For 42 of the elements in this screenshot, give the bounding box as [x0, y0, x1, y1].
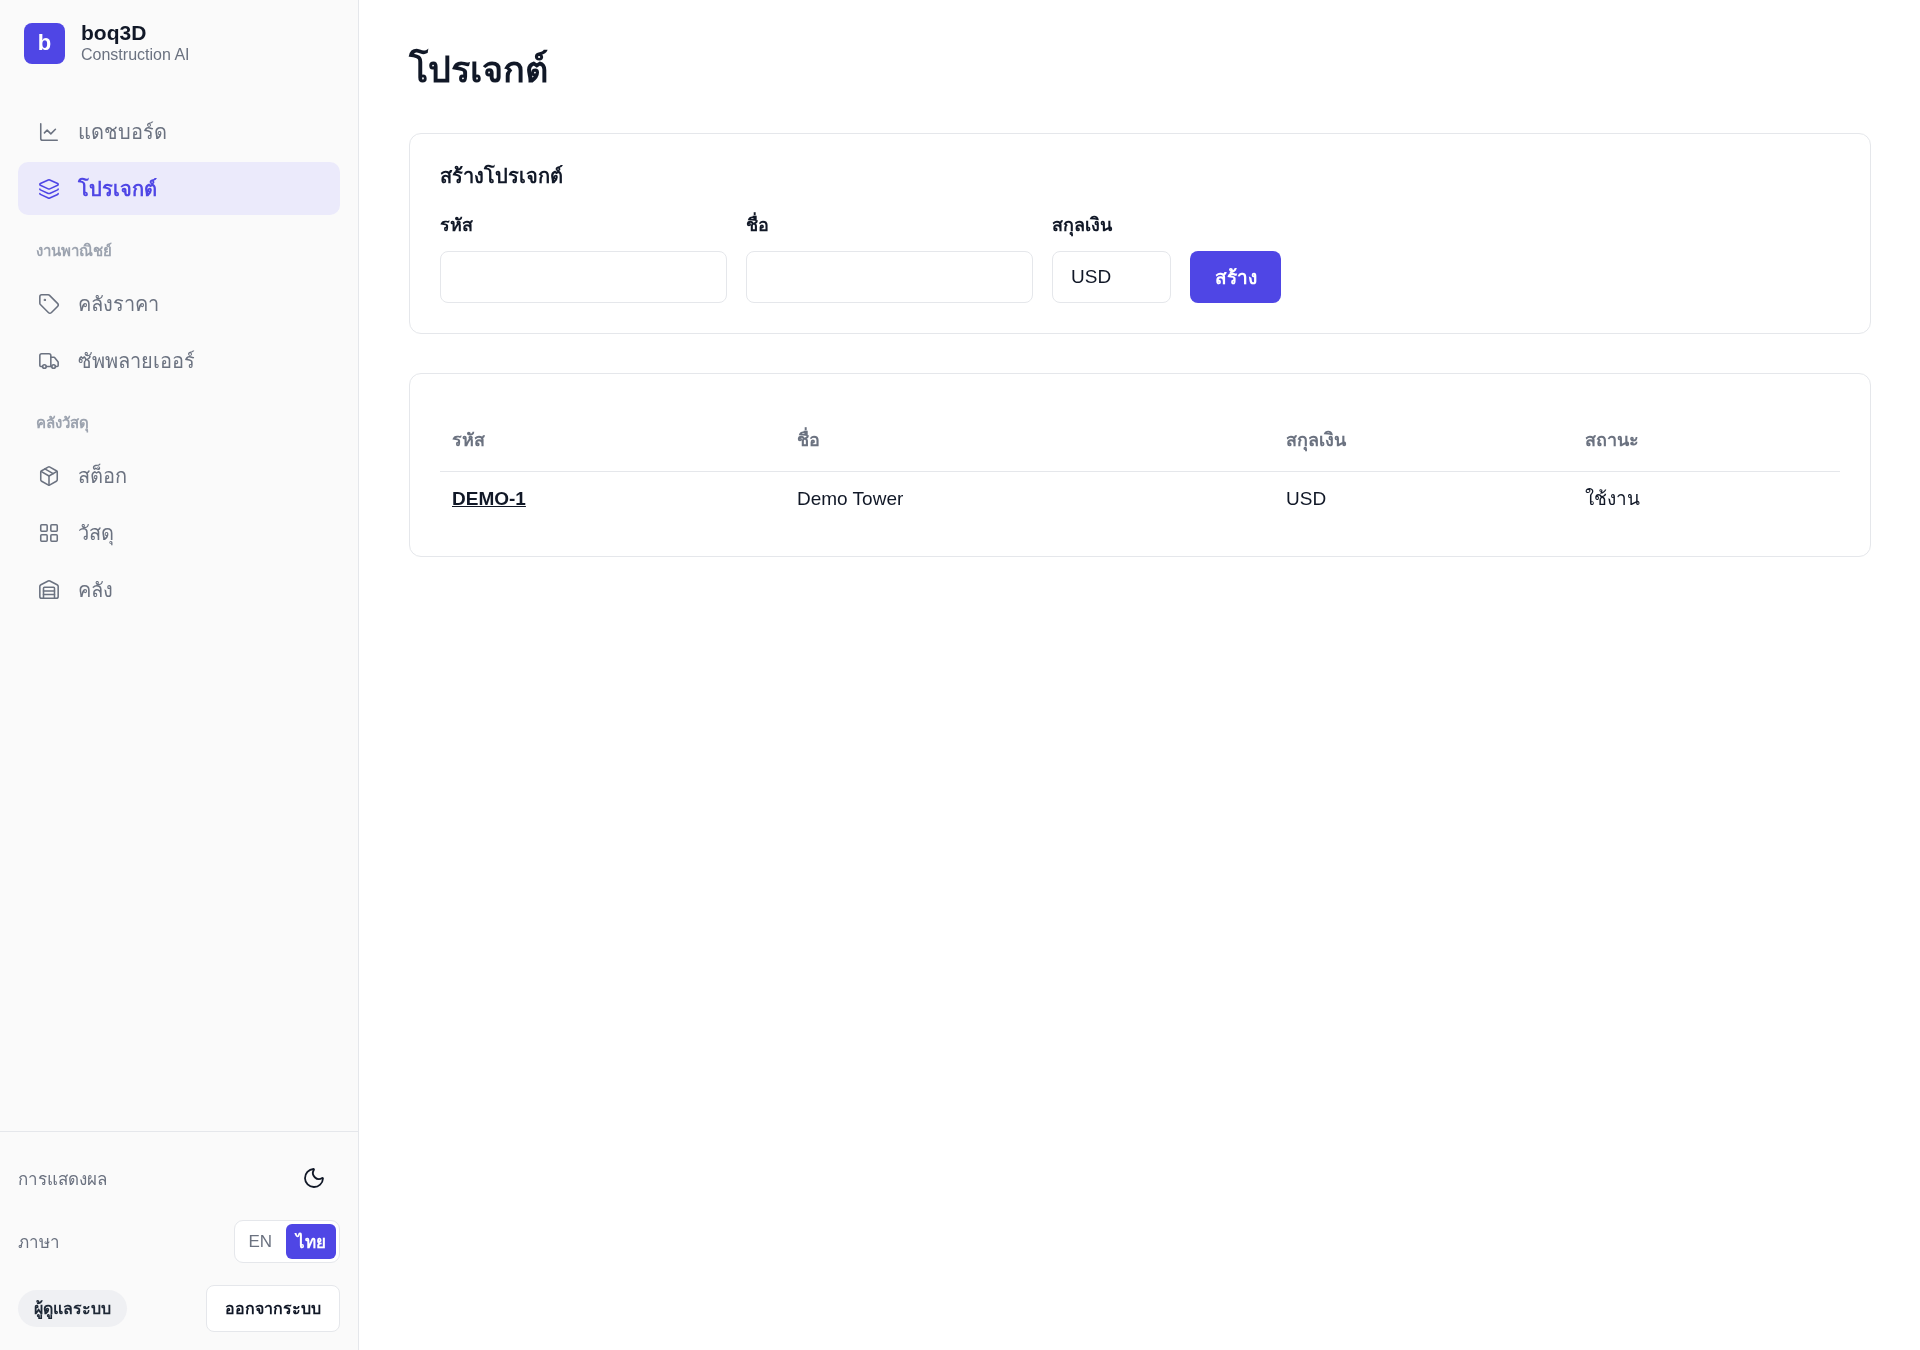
input-field[interactable]	[440, 251, 727, 303]
sidebar-item[interactable]: คลังราคา	[18, 277, 340, 330]
brand-name: boq3D	[81, 21, 148, 45]
sidebar-item[interactable]: สต็อก	[18, 449, 340, 502]
column-header: ชื่อ	[785, 404, 1274, 472]
project-code-link[interactable]: DEMO-1	[452, 488, 526, 509]
brand-tagline: Construction AI	[81, 45, 190, 65]
table-cell: ใช้งาน	[1573, 471, 1840, 526]
logo-icon: b	[24, 22, 65, 64]
column-header: สถานะ	[1573, 404, 1840, 472]
logout-button[interactable]: ออกจากระบบ	[206, 1285, 340, 1332]
moon-icon[interactable]	[302, 1166, 326, 1190]
field-label: สกุลเงิน	[1052, 214, 1112, 237]
line-chart-icon	[38, 120, 60, 143]
layers-icon	[38, 177, 60, 200]
input-field[interactable]	[746, 251, 1033, 303]
column-header: สกุลเงิน	[1274, 404, 1573, 472]
grid-icon	[38, 521, 60, 544]
display-label: การแสดงผล	[18, 1168, 107, 1191]
column-header: รหัส	[440, 404, 785, 472]
page-title: โปรเจกต์	[409, 48, 548, 92]
nav-section-heading: งานพาณิชย์	[35, 241, 112, 261]
table-cell: USD	[1274, 471, 1573, 526]
tag-icon	[38, 292, 60, 315]
sidebar-item[interactable]: คลัง	[18, 563, 340, 616]
language-option[interactable]: ไทย	[286, 1224, 336, 1259]
box-icon	[38, 464, 60, 487]
language-option[interactable]: EN	[238, 1224, 282, 1259]
card-title: สร้างโปรเจกต์	[440, 163, 563, 189]
input-field[interactable]: USD	[1052, 251, 1171, 303]
sidebar-item[interactable]: ซัพพลายเออร์	[18, 334, 340, 387]
nav-section-heading: คลังวัสดุ	[35, 413, 89, 435]
sidebar-item[interactable]: แดชบอร์ด	[18, 105, 340, 158]
table-cell: Demo Tower	[785, 471, 1274, 526]
warehouse-icon	[38, 578, 60, 601]
field-label: รหัส	[440, 214, 473, 237]
field-label: ชื่อ	[746, 213, 769, 237]
sidebar-item[interactable]: วัสดุ	[18, 506, 340, 559]
language-label: ภาษา	[18, 1232, 60, 1254]
role-badge: ผู้ดูแลระบบ	[18, 1290, 127, 1327]
sidebar-item[interactable]: โปรเจกต์	[18, 162, 340, 215]
create-button[interactable]: สร้าง	[1190, 251, 1281, 303]
